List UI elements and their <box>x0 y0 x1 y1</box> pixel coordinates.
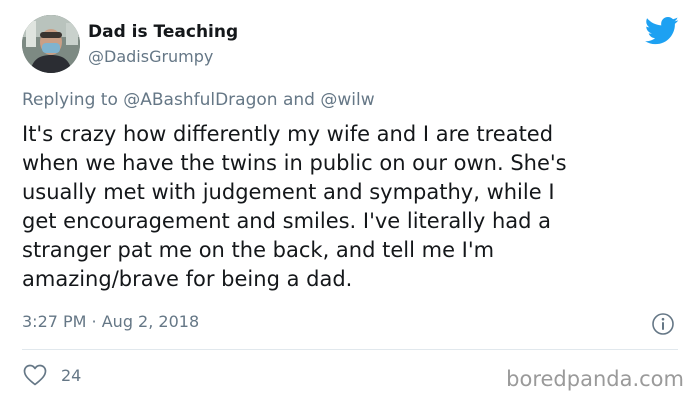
twitter-bird-icon[interactable] <box>644 16 679 46</box>
info-icon[interactable] <box>651 312 675 336</box>
divider <box>22 349 678 350</box>
avatar-photo <box>22 15 80 73</box>
heart-icon[interactable] <box>23 364 47 386</box>
mention-link-2[interactable]: @wilw <box>320 90 374 110</box>
author-handle[interactable]: @DadisGrumpy <box>88 47 213 66</box>
like-count: 24 <box>61 366 82 385</box>
watermark: boredpanda.com <box>506 367 684 391</box>
reply-context: Replying to @ABashfulDragon and @wilw <box>22 90 375 110</box>
tweet-timestamp[interactable]: 3:27 PM · Aug 2, 2018 <box>22 312 199 331</box>
avatar[interactable] <box>22 15 80 73</box>
tweet-card: Dad is Teaching @DadisGrumpy Replying to… <box>0 0 700 402</box>
reply-joiner: and <box>277 90 321 110</box>
reply-prefix: Replying to <box>22 90 124 110</box>
tweet-text: It's crazy how differently my wife and I… <box>22 122 567 291</box>
mention-link-1[interactable]: @ABashfulDragon <box>123 90 277 110</box>
author-name[interactable]: Dad is Teaching <box>88 22 238 42</box>
